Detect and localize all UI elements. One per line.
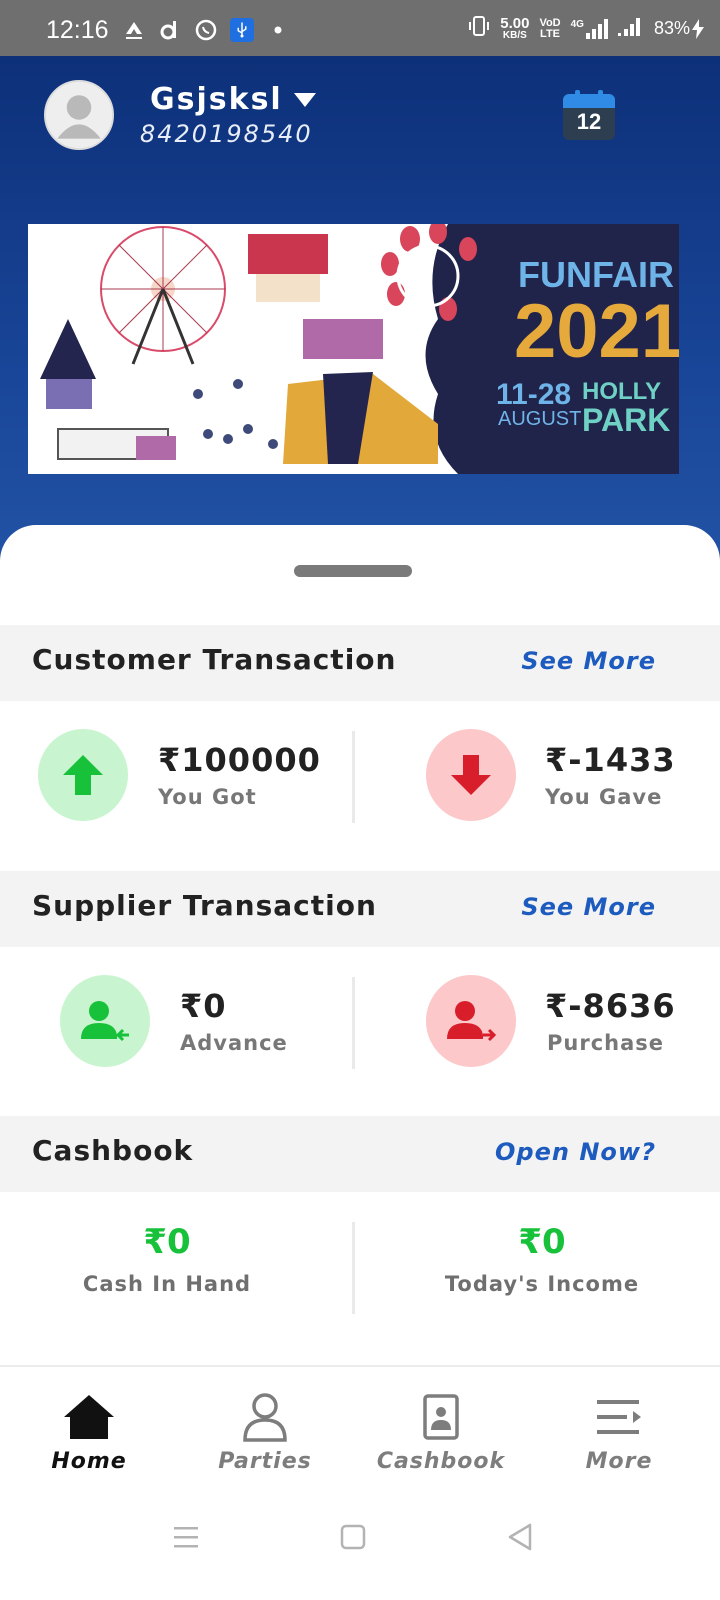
todays-income-amount: ₹0 (518, 1222, 566, 1262)
notification-icons (122, 18, 290, 42)
arrow-up-icon (63, 755, 103, 795)
network-speed: 5.00 KB/S (500, 15, 530, 41)
cash-in-hand-amount: ₹0 (143, 1222, 191, 1262)
calendar-button[interactable]: 12 (561, 90, 617, 142)
avatar[interactable] (44, 80, 114, 150)
user-arrow-out-icon (447, 1001, 497, 1042)
system-indicators: 5.00 KB/S VoD LTE 4G 83% (468, 14, 704, 43)
banner-year: 2021 (514, 289, 679, 374)
cashbook-open-link[interactable]: Open Now? (495, 1138, 656, 1166)
recents-button[interactable] (166, 1517, 206, 1557)
nav-cashbook-label: Cashbook (376, 1449, 506, 1474)
navigation-app-icon (122, 18, 146, 42)
banner-dates: 11-28 (496, 378, 572, 411)
nav-parties[interactable]: Parties (190, 1391, 340, 1474)
you-gave-amount: ₹-1433 (545, 741, 676, 779)
customer-summary-row: ₹100000 You Got ₹-1433 You Gave (0, 701, 720, 871)
summary-sheet: Customer Transaction See More ₹100000 Yo… (0, 525, 720, 1365)
system-navigation (0, 1495, 720, 1600)
signal-icon (617, 16, 644, 41)
supplier-section-header: Supplier Transaction See More (0, 871, 720, 947)
vibrate-icon (468, 14, 490, 43)
dot-icon (266, 18, 290, 42)
whatsapp-icon (194, 18, 218, 42)
todays-income-label: Today's Income (444, 1272, 640, 1296)
menu-icon (174, 1527, 198, 1548)
arrow-down-icon (451, 755, 491, 795)
battery-level: 83% (654, 18, 704, 39)
contact-book-icon (423, 1394, 459, 1440)
purchase-amount: ₹-8636 (545, 987, 676, 1025)
calendar-day: 12 (576, 109, 602, 134)
you-got-amount: ₹100000 (158, 741, 321, 779)
you-gave-badge (426, 729, 516, 821)
bottom-navigation: Home Parties Cashbook More (0, 1365, 720, 1495)
nav-parties-label: Parties (218, 1449, 312, 1474)
divider (352, 977, 355, 1069)
banner-month: AUGUST (498, 408, 582, 430)
home-system-button[interactable] (333, 1517, 373, 1557)
drag-handle[interactable] (294, 565, 412, 577)
volte-indicator: VoD LTE (539, 16, 561, 40)
nav-home[interactable]: Home (14, 1391, 164, 1474)
supplier-see-more-link[interactable]: See More (521, 893, 656, 921)
business-switcher[interactable]: Gsjsksl (150, 82, 317, 117)
customer-section-title: Customer Transaction (32, 643, 397, 676)
divider (352, 731, 355, 823)
banner-place-2: PARK (582, 402, 671, 438)
divider (352, 1222, 355, 1314)
cashbook-section-header: Cashbook Open Now? (0, 1116, 720, 1192)
d-app-icon (158, 18, 182, 42)
nav-cashbook[interactable]: Cashbook (366, 1391, 516, 1474)
cash-in-hand-label: Cash In Hand (82, 1272, 252, 1296)
menu-more-icon (597, 1400, 641, 1434)
you-gave-label: You Gave (545, 785, 663, 809)
customer-section-header: Customer Transaction See More (0, 625, 720, 701)
you-got-label: You Got (158, 785, 257, 809)
status-time: 12:16 (46, 16, 109, 44)
cashbook-section-title: Cashbook (32, 1134, 194, 1167)
nav-home-label: Home (51, 1449, 127, 1474)
advance-label: Advance (180, 1031, 288, 1055)
promo-banner[interactable]: FUNFAIR 2021 11-28 AUGUST HOLLY PARK (28, 224, 679, 474)
usb-icon (230, 18, 254, 42)
back-button[interactable] (500, 1517, 540, 1557)
home-icon (64, 1395, 114, 1439)
square-icon (340, 1524, 366, 1550)
supplier-section-title: Supplier Transaction (32, 889, 377, 922)
nav-more-label: More (585, 1449, 653, 1474)
nav-more[interactable]: More (544, 1391, 694, 1474)
advance-badge (60, 975, 150, 1067)
signal-4g-icon: 4G (571, 18, 608, 39)
purchase-label: Purchase (547, 1031, 665, 1055)
user-phone: 8420198540 (140, 120, 313, 148)
charging-icon (692, 18, 704, 39)
you-got-badge (38, 729, 128, 821)
customer-see-more-link[interactable]: See More (521, 647, 656, 675)
cashbook-summary-row: ₹0 Cash In Hand ₹0 Today's Income (0, 1192, 720, 1362)
person-icon (243, 1393, 287, 1442)
dropdown-arrow-icon (293, 92, 316, 107)
advance-amount: ₹0 (180, 987, 227, 1025)
supplier-summary-row: ₹0 Advance ₹-8636 Purchase (0, 947, 720, 1117)
status-bar: 12:16 5.00 KB/S VoD LTE 4G 83% (0, 0, 720, 56)
purchase-badge (426, 975, 516, 1067)
user-name: Gsjsksl (150, 82, 283, 117)
back-triangle-icon (508, 1523, 532, 1551)
user-arrow-in-icon (81, 1001, 129, 1042)
